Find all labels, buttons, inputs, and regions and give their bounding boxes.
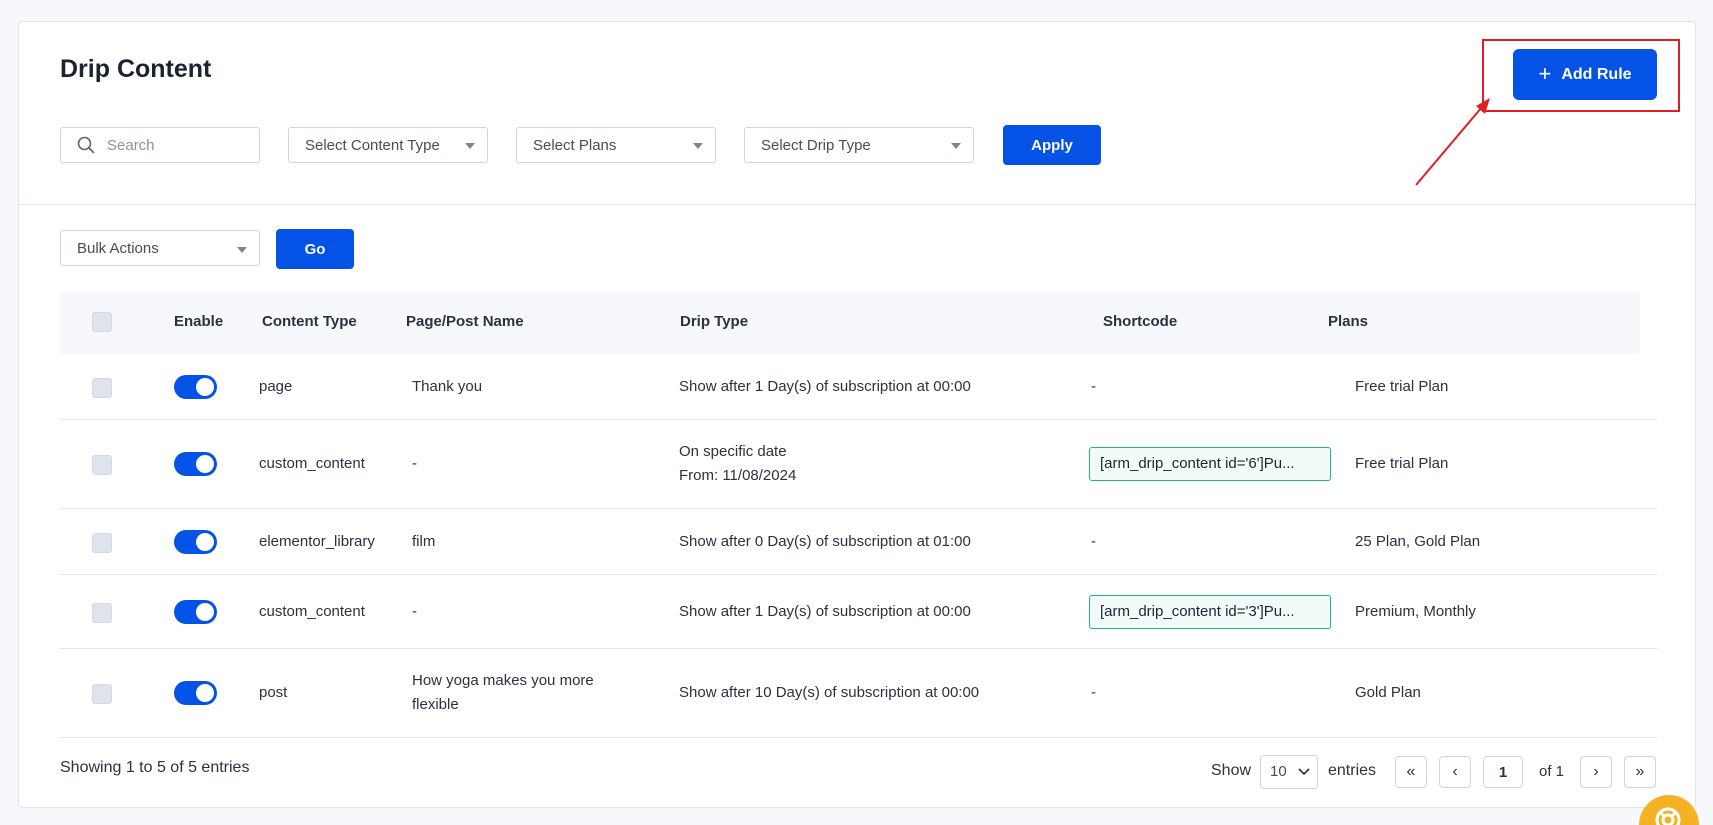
header-section: Drip Content + Add Rule Select Content T… <box>19 22 1695 205</box>
shortcode-field[interactable]: [arm_drip_content id='6']Pu... <box>1089 447 1331 481</box>
cell-content-type: custom_content <box>259 455 365 472</box>
last-page-button[interactable]: » <box>1624 756 1656 788</box>
table-row: elementor_library film Show after 0 Day(… <box>60 509 1657 575</box>
drip-content-card: Drip Content + Add Rule Select Content T… <box>18 21 1696 808</box>
cell-drip-type: Show after 0 Day(s) of subscription at 0… <box>679 533 971 550</box>
row-checkbox[interactable] <box>92 684 112 704</box>
page-count-text: of 1 <box>1539 763 1565 780</box>
plans-select-label: Select Plans <box>533 136 617 154</box>
annotation-arrow-icon <box>1415 98 1490 186</box>
entries-label: entries <box>1328 762 1377 779</box>
showing-entries-text: Showing 1 to 5 of 5 entries <box>60 759 250 776</box>
table-row: custom_content - On specific date From: … <box>60 420 1657 509</box>
caret-down-icon <box>465 143 475 149</box>
per-page-select[interactable]: 10 <box>1260 755 1318 789</box>
cell-shortcode: - <box>1091 533 1096 550</box>
enable-toggle[interactable] <box>174 530 217 554</box>
cell-plans: Free trial Plan <box>1355 455 1449 472</box>
search-icon <box>77 136 95 154</box>
cell-plans: Premium, Monthly <box>1355 603 1476 620</box>
cell-page-post-name: How yoga makes you more <box>412 672 594 689</box>
table-header: Enable Content Type Page/Post Name Drip … <box>60 291 1640 354</box>
enable-toggle[interactable] <box>174 375 217 399</box>
cell-drip-type: Show after 1 Day(s) of subscription at 0… <box>679 603 971 620</box>
show-label: Show <box>1211 762 1252 779</box>
apply-button[interactable]: Apply <box>1003 125 1101 165</box>
add-rule-label: Add Rule <box>1561 65 1632 83</box>
header-drip-type: Drip Type <box>680 313 749 330</box>
cell-page-post-name: film <box>412 533 436 550</box>
cell-drip-type: Show after 10 Day(s) of subscription at … <box>679 684 980 701</box>
caret-down-icon <box>237 247 247 253</box>
content-type-select[interactable]: Select Content Type <box>288 127 488 163</box>
shortcode-field[interactable]: [arm_drip_content id='3']Pu... <box>1089 595 1331 629</box>
select-all-checkbox[interactable] <box>92 312 112 332</box>
prev-page-button[interactable]: ‹ <box>1439 756 1471 788</box>
row-checkbox[interactable] <box>92 603 112 623</box>
search-box[interactable] <box>60 127 260 163</box>
enable-toggle[interactable] <box>174 452 217 476</box>
drip-type-select-label: Select Drip Type <box>761 136 871 154</box>
cell-shortcode: - <box>1091 684 1096 701</box>
cell-content-type: page <box>259 378 293 395</box>
header-enable: Enable <box>174 313 224 330</box>
search-input[interactable] <box>107 136 227 154</box>
cell-page-post-name-line2: flexible <box>412 696 459 713</box>
cell-content-type: custom_content <box>259 603 365 620</box>
cell-page-post-name: - <box>412 455 417 472</box>
enable-toggle[interactable] <box>174 600 217 624</box>
cell-drip-date: From: 11/08/2024 <box>679 467 797 484</box>
cell-page-post-name: Thank you <box>412 378 483 395</box>
cell-drip-type: Show after 1 Day(s) of subscription at 0… <box>679 378 971 395</box>
table-row: post How yoga makes you more flexible Sh… <box>60 649 1657 738</box>
header-page-post-name: Page/Post Name <box>406 313 524 330</box>
first-page-button[interactable]: « <box>1395 756 1427 788</box>
next-page-button[interactable]: › <box>1580 756 1612 788</box>
cell-drip-type: On specific date <box>679 443 787 460</box>
cell-shortcode: - <box>1091 378 1096 395</box>
content-type-select-label: Select Content Type <box>305 136 440 154</box>
chevron-down-icon <box>1298 768 1310 776</box>
cell-plans: Free trial Plan <box>1355 378 1449 395</box>
bulk-actions-label: Bulk Actions <box>77 239 159 257</box>
caret-down-icon <box>693 143 703 149</box>
cell-content-type: elementor_library <box>259 533 375 550</box>
plans-select[interactable]: Select Plans <box>516 127 716 163</box>
caret-down-icon <box>951 143 961 149</box>
header-content-type: Content Type <box>262 313 357 330</box>
plus-icon: + <box>1538 60 1552 86</box>
go-button[interactable]: Go <box>276 229 354 269</box>
row-checkbox[interactable] <box>92 378 112 398</box>
table-row: custom_content - Show after 1 Day(s) of … <box>60 575 1657 649</box>
cell-plans: Gold Plan <box>1355 684 1421 701</box>
row-checkbox[interactable] <box>92 455 112 475</box>
add-rule-button[interactable]: + Add Rule <box>1513 49 1657 100</box>
enable-toggle[interactable] <box>174 681 217 705</box>
page-title: Drip Content <box>60 55 212 83</box>
cell-plans: 25 Plan, Gold Plan <box>1355 533 1481 550</box>
row-checkbox[interactable] <box>92 533 112 553</box>
table-row: page Thank you Show after 1 Day(s) of su… <box>60 354 1657 420</box>
drip-type-select[interactable]: Select Drip Type <box>744 127 974 163</box>
bulk-actions-select[interactable]: Bulk Actions <box>60 230 260 266</box>
header-shortcode: Shortcode <box>1103 313 1178 330</box>
cell-content-type: post <box>259 684 288 701</box>
per-page-value: 10 <box>1270 763 1287 780</box>
current-page-input[interactable]: 1 <box>1483 756 1523 788</box>
header-plans: Plans <box>1328 313 1369 330</box>
lifebuoy-icon <box>1655 807 1681 825</box>
cell-page-post-name: - <box>412 603 417 620</box>
